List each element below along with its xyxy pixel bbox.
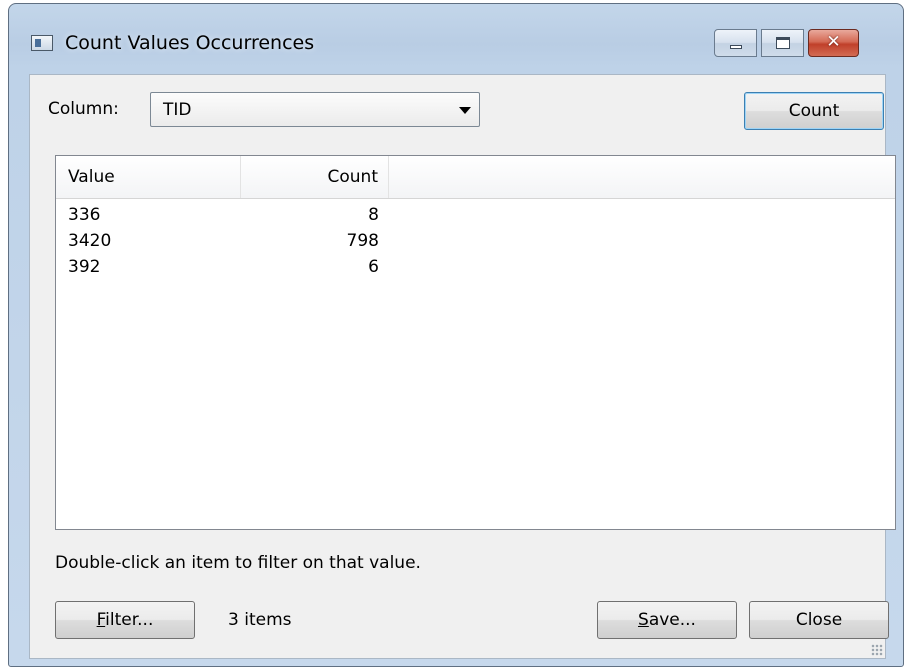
close-window-button[interactable]: ✕ xyxy=(808,29,859,57)
window-title: Count Values Occurrences xyxy=(65,32,315,54)
row-value: 392 xyxy=(68,257,101,277)
dropdown-arrow-icon xyxy=(459,107,471,114)
values-list[interactable]: Value Count 336 8 3420 798 392 6 xyxy=(55,155,896,530)
hint-text: Double-click an item to filter on that v… xyxy=(55,553,421,573)
close-button[interactable]: Close xyxy=(749,601,889,639)
dialog-window: Count Values Occurrences ✕ Column: TID C… xyxy=(8,3,904,667)
column-dropdown-value: TID xyxy=(163,100,192,120)
app-icon[interactable] xyxy=(31,35,53,51)
filter-accelerator: F xyxy=(96,610,106,630)
minimize-icon xyxy=(730,45,742,49)
filter-button[interactable]: Filter... xyxy=(55,601,195,639)
item-count-status: 3 items xyxy=(228,610,292,630)
save-label: ave... xyxy=(648,610,696,630)
maximize-button[interactable] xyxy=(761,29,804,57)
list-row[interactable]: 336 8 xyxy=(56,202,895,228)
column-dropdown[interactable]: TID xyxy=(150,92,480,127)
maximize-icon xyxy=(776,37,790,49)
row-count: 8 xyxy=(368,205,379,225)
close-icon: ✕ xyxy=(826,32,841,52)
row-count: 798 xyxy=(346,231,379,251)
save-button[interactable]: Save... xyxy=(597,601,737,639)
list-row[interactable]: 3420 798 xyxy=(56,228,895,254)
save-accelerator: S xyxy=(638,610,649,630)
column-header-count[interactable]: Count xyxy=(241,156,389,198)
title-bar[interactable]: Count Values Occurrences ✕ xyxy=(9,4,903,80)
resize-grip-icon[interactable] xyxy=(871,644,883,656)
list-header: Value Count xyxy=(56,156,895,199)
column-header-value[interactable]: Value xyxy=(56,156,241,198)
dialog-client-area: Column: TID Count Value Count 336 8 3420… xyxy=(29,74,896,659)
filter-label: ilter... xyxy=(105,610,154,630)
row-count: 6 xyxy=(368,257,379,277)
count-button[interactable]: Count xyxy=(744,92,884,130)
row-value: 3420 xyxy=(68,231,112,251)
list-row[interactable]: 392 6 xyxy=(56,254,895,280)
minimize-button[interactable] xyxy=(714,29,757,57)
column-label: Column: xyxy=(48,99,119,119)
row-value: 336 xyxy=(68,205,101,225)
